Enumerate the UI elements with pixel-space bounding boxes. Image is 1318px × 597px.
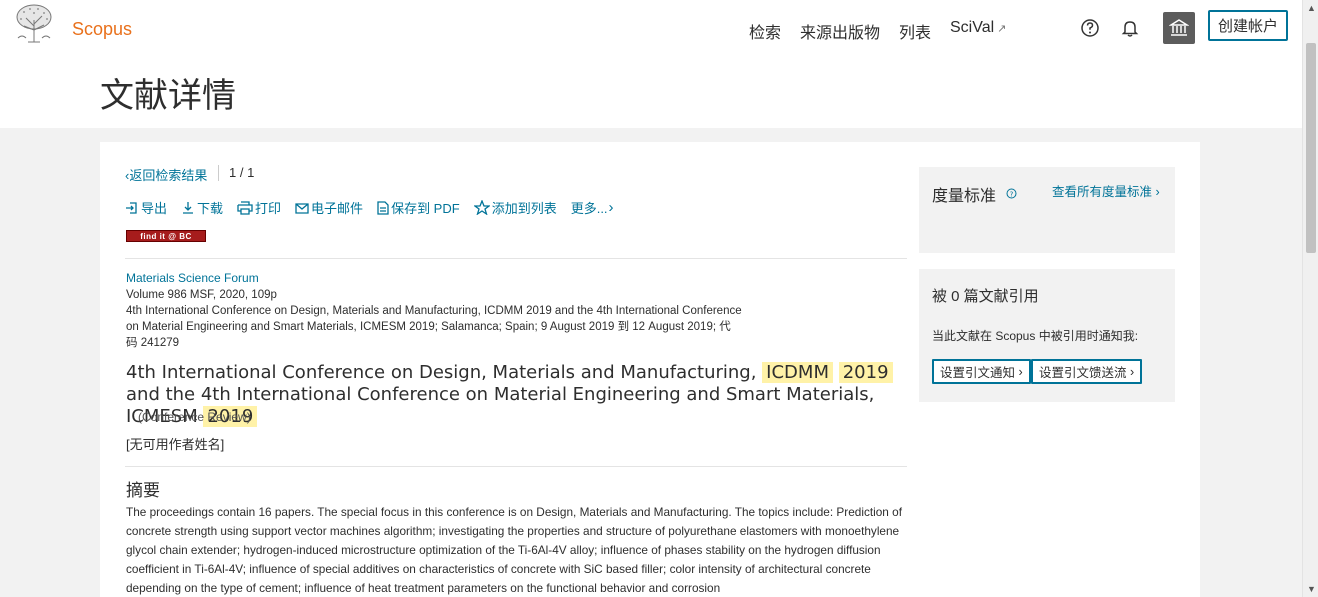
citations-panel: 被 0 篇文献引用 当此文献在 Scopus 中被引用时通知我: 设置引文通知 … — [919, 269, 1175, 402]
download-label: 下载 — [197, 201, 224, 216]
conference-info-line-1: 4th International Conference on Design, … — [126, 305, 742, 317]
cited-by-count: 被 0 篇文献引用 — [932, 288, 1039, 305]
email-button[interactable]: 电子邮件 — [295, 198, 363, 217]
divider — [125, 258, 907, 259]
source-journal-link[interactable]: Materials Science Forum — [126, 271, 259, 285]
document-title-part-1: 4th International Conference on Design, … — [126, 362, 757, 383]
nav-search[interactable]: 检索 — [749, 19, 781, 43]
abstract-heading: 摘要 — [126, 481, 160, 500]
print-button[interactable]: 打印 — [237, 198, 281, 217]
external-link-icon: ↗ — [997, 23, 1007, 35]
scroll-up-arrow-icon[interactable]: ▲ — [1307, 3, 1316, 13]
vertical-scrollbar[interactable]: ▲ ▼ — [1302, 0, 1318, 597]
nav-scival-label: SciVal — [950, 19, 995, 36]
highlight-term: 2019 — [838, 362, 893, 383]
conference-info-line-2: on Material Engineering and Smart Materi… — [126, 321, 731, 333]
notification-bell-icon[interactable] — [1120, 18, 1140, 38]
citation-notify-text: 当此文献在 Scopus 中被引用时通知我: — [932, 329, 1139, 343]
view-all-metrics-label: 查看所有度量标准 — [1052, 185, 1153, 199]
document-type: (Conference Review) — [138, 410, 251, 424]
print-label: 打印 — [255, 201, 282, 216]
document-details-card: ‹返回检索结果 1 / 1 导出 下载 打印 电子邮件 保存到 PDF 添加到列… — [100, 142, 1200, 597]
elsevier-tree-logo-icon[interactable] — [12, 4, 56, 44]
nav-sources[interactable]: 来源出版物 — [800, 19, 880, 43]
add-to-list-button[interactable]: 添加到列表 — [473, 198, 557, 217]
save-pdf-label: 保存到 PDF — [391, 201, 460, 216]
svg-text:?: ? — [1010, 190, 1014, 198]
result-pager: 1 / 1 — [218, 165, 254, 181]
institution-icon — [1169, 19, 1189, 36]
top-navigation-bar: Scopus 检索 来源出版物 列表 SciVal ↗ 创建帐户 — [0, 0, 1302, 56]
add-to-list-label: 添加到列表 — [491, 201, 557, 216]
volume-info: Volume 986 MSF, 2020, 109p — [126, 289, 277, 301]
metrics-title: 度量标准 — [932, 188, 997, 205]
set-citation-feed-label: 设置引文馈送流 — [1039, 366, 1127, 380]
info-icon[interactable]: ? — [1006, 188, 1017, 199]
authors: [无可用作者姓名] — [126, 437, 225, 452]
help-icon[interactable] — [1080, 18, 1100, 38]
scopus-brand-link[interactable]: Scopus — [72, 19, 132, 40]
chevron-right-icon: › — [608, 199, 614, 216]
more-label: 更多... — [570, 201, 608, 216]
pdf-icon — [377, 200, 389, 215]
chevron-right-icon: › — [1126, 364, 1135, 379]
export-label: 导出 — [141, 201, 168, 216]
institution-button[interactable] — [1163, 12, 1195, 44]
scrollbar-thumb[interactable] — [1306, 43, 1316, 253]
find-it-bc-button[interactable]: find it @ BC — [126, 230, 206, 242]
export-icon — [126, 201, 137, 214]
download-button[interactable]: 下载 — [181, 198, 223, 217]
back-to-results-link[interactable]: ‹返回检索结果 — [125, 165, 207, 184]
scroll-down-arrow-icon[interactable]: ▼ — [1307, 584, 1316, 594]
email-icon — [295, 202, 309, 214]
back-to-results-label: 返回检索结果 — [129, 168, 208, 183]
chevron-right-icon: › — [1015, 364, 1023, 379]
set-citation-alert-label: 设置引文通知 — [940, 366, 1016, 380]
download-icon — [183, 201, 194, 214]
page-title-bar: 文献详情 — [0, 56, 1302, 128]
divider — [125, 466, 907, 467]
nav-lists[interactable]: 列表 — [899, 19, 931, 43]
page-title: 文献详情 — [100, 76, 236, 116]
print-icon — [237, 200, 253, 215]
metrics-panel: 度量标准 ? 查看所有度量标准 › — [919, 167, 1175, 253]
abstract-text: The proceedings contain 16 papers. The s… — [126, 505, 902, 595]
document-toolbar: 导出 下载 打印 电子邮件 保存到 PDF 添加到列表 更多... › — [125, 198, 628, 217]
nav-scival[interactable]: SciVal ↗ — [950, 19, 1006, 37]
conference-info-line-3: 码 241279 — [126, 337, 180, 349]
more-button[interactable]: 更多... › — [571, 198, 614, 217]
highlight-term: ICDMM — [762, 362, 833, 383]
email-label: 电子邮件 — [311, 201, 364, 216]
set-citation-feed-button[interactable]: 设置引文馈送流 › — [1031, 359, 1143, 384]
export-button[interactable]: 导出 — [125, 198, 167, 217]
save-pdf-button[interactable]: 保存到 PDF — [377, 198, 460, 217]
star-icon — [473, 200, 490, 215]
create-account-button[interactable]: 创建帐户 — [1208, 10, 1288, 41]
view-all-metrics-link[interactable]: 查看所有度量标准 › — [1052, 181, 1160, 200]
set-citation-alert-button[interactable]: 设置引文通知 › — [932, 359, 1031, 384]
chevron-right-icon: › — [1152, 185, 1160, 199]
